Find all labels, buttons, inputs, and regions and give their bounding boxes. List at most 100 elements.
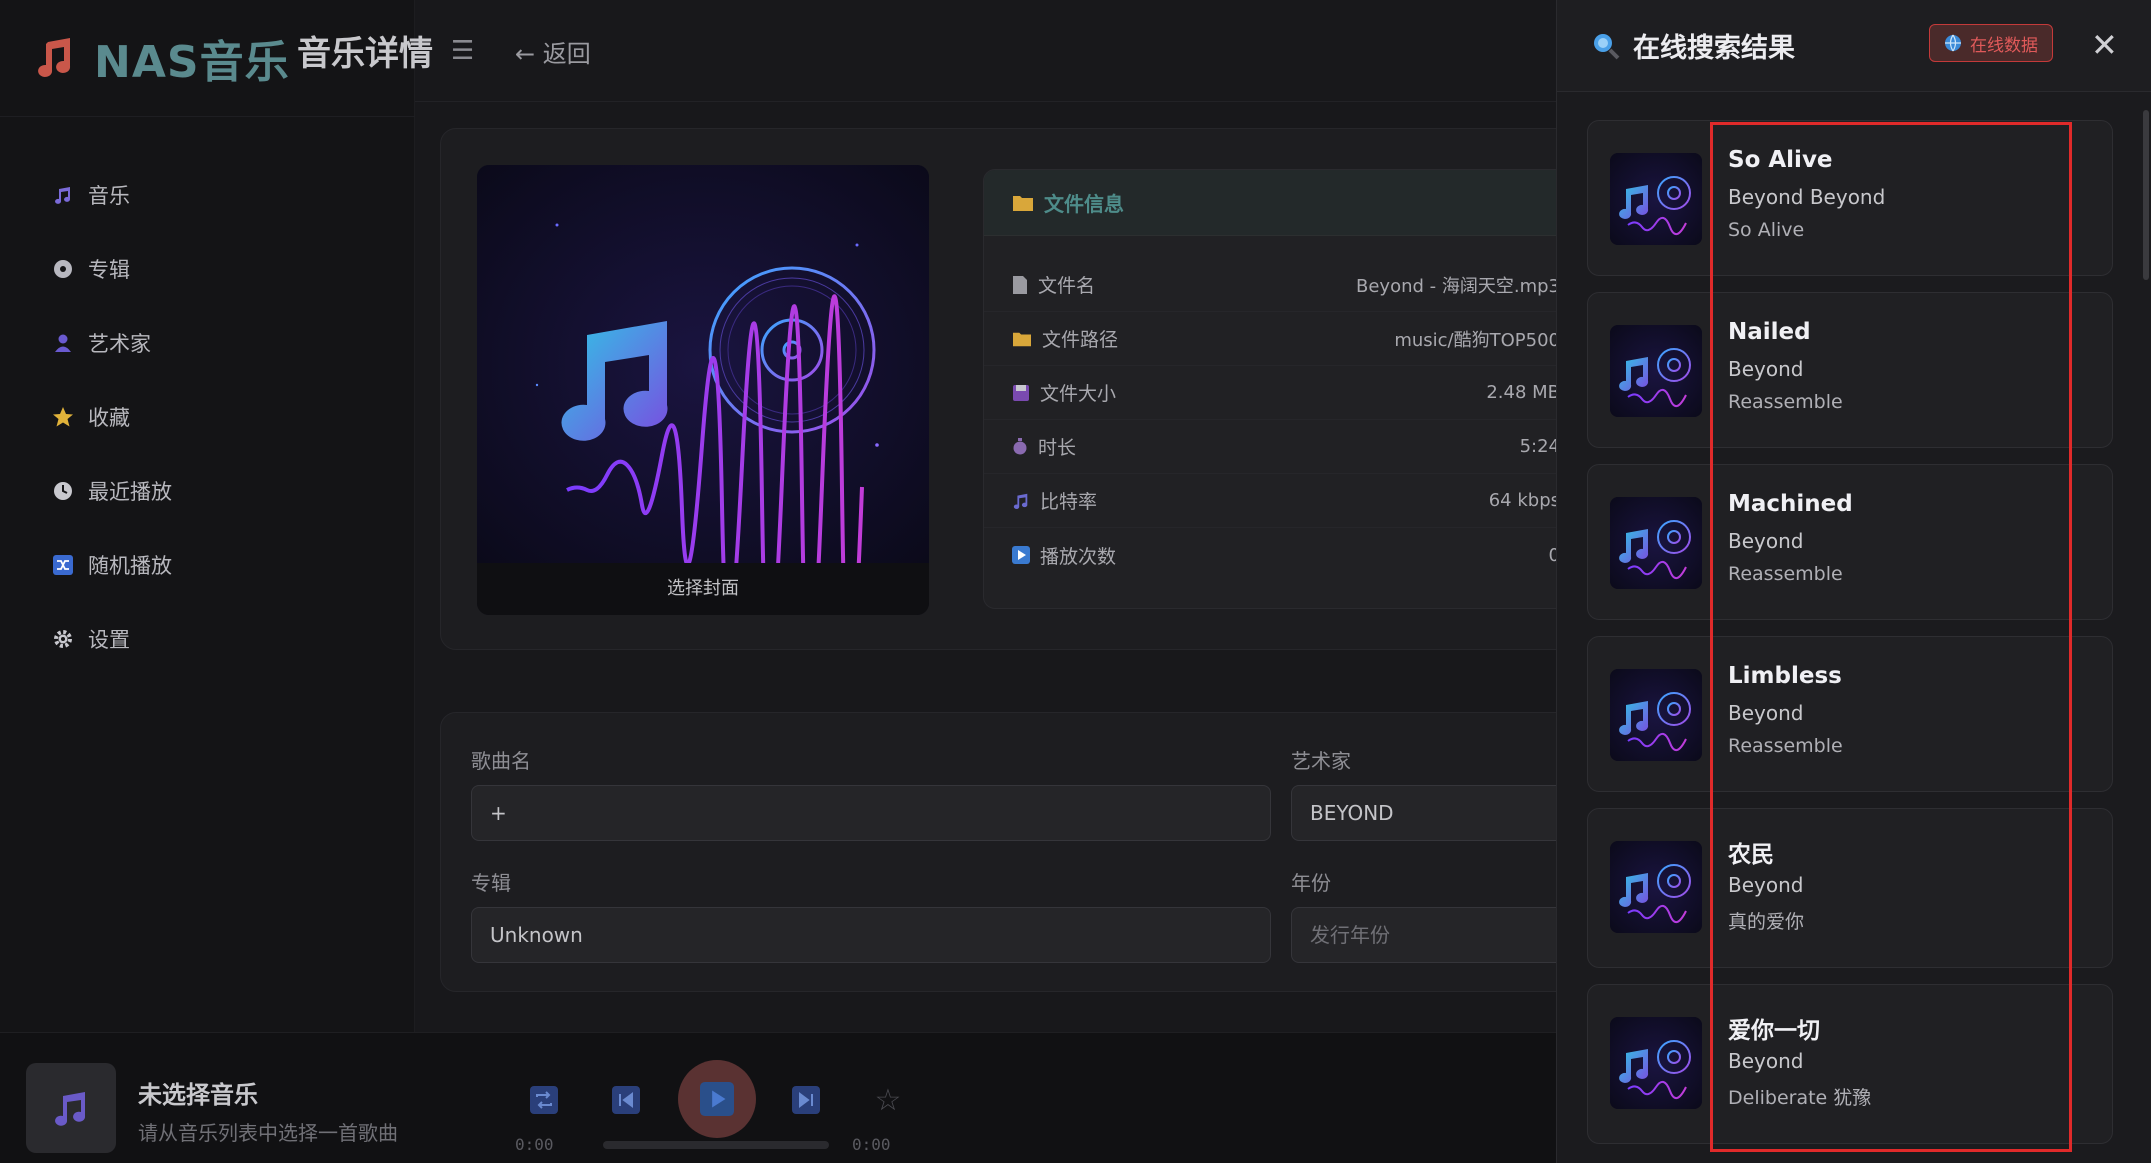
metadata-form: 歌曲名 + 艺术家 BEYOND 专辑 Unknown 年份 发行年份 [440, 712, 1591, 992]
total-time: 0:00 [852, 1135, 891, 1154]
file-info-label: 文件名 [1038, 275, 1096, 297]
sidebar-divider [0, 116, 415, 117]
file-icon [1013, 275, 1027, 294]
file-info-row-size: 文件大小 2.48 MB [984, 366, 1582, 420]
repeat-icon [530, 1086, 558, 1114]
person-icon [52, 332, 74, 354]
folder-icon [1013, 195, 1033, 211]
play-button[interactable] [678, 1060, 756, 1138]
album-cover[interactable]: 选择封面 [477, 165, 929, 615]
song-name-label: 歌曲名 [471, 749, 531, 773]
result-thumbnail [1610, 325, 1702, 417]
main-content: ☰ ← 返回 选择封面 文件信息 文件名 Beyond - 海阔天空.mp3 文… [415, 0, 1871, 1032]
gear-icon [52, 628, 74, 650]
app-root: NAS音乐 音乐 专辑 艺术家 收藏 最近播放 随机播放 设置 ☰ ← 返回 选… [0, 0, 2151, 1163]
sidebar-item-artists[interactable]: 艺术家 [52, 306, 172, 380]
now-playing-thumbnail [26, 1063, 116, 1153]
result-artist: Beyond Beyond [1728, 185, 1886, 209]
music-note-icon [1013, 493, 1028, 509]
file-info-value: Beyond - 海阔天空.mp3 [1356, 275, 1560, 297]
online-data-label: 在线数据 [1970, 35, 2038, 56]
file-info-row-filename: 文件名 Beyond - 海阔天空.mp3 [984, 258, 1582, 312]
globe-icon [1945, 34, 1961, 52]
file-info-row-playcount: 播放次数 0 [984, 528, 1582, 582]
music-note-icon [1610, 841, 1702, 933]
result-album: 真的爱你 [1728, 911, 1805, 933]
sidebar-nav: 音乐 专辑 艺术家 收藏 最近播放 随机播放 设置 [52, 158, 172, 676]
result-artist: Beyond [1728, 1049, 1804, 1073]
result-artist: Beyond [1728, 357, 1804, 381]
music-note-icon [55, 1092, 86, 1126]
close-icon[interactable]: ✕ [2091, 26, 2118, 64]
result-album: Reassemble [1728, 563, 1843, 585]
file-info-label: 时长 [1038, 437, 1077, 459]
music-note-icon [1610, 1017, 1702, 1109]
play-icon [1012, 546, 1030, 564]
panel-title-text: 在线搜索结果 [1633, 33, 1795, 64]
panel-title: 在线搜索结果 [1591, 26, 1795, 65]
result-thumbnail [1610, 1017, 1702, 1109]
progress-bar[interactable] [603, 1141, 829, 1149]
file-info-label: 比特率 [1040, 491, 1098, 513]
sidebar-item-recent[interactable]: 最近播放 [52, 454, 172, 528]
search-result-card[interactable]: Machined Beyond Reassemble [1587, 464, 2113, 620]
file-info-label: 文件大小 [1040, 383, 1117, 405]
page-title: 音乐详情 [297, 34, 433, 74]
search-result-card[interactable]: 爱你一切 Beyond Deliberate 犹豫 [1587, 984, 2113, 1144]
result-title: Machined [1728, 491, 1853, 517]
song-name-input[interactable]: + [471, 785, 1271, 841]
file-info-value: 2.48 MB [1486, 382, 1560, 403]
sidebar-item-label: 音乐 [88, 184, 130, 208]
repeat-button[interactable] [528, 1084, 560, 1116]
sidebar-item-shuffle[interactable]: 随机播放 [52, 528, 172, 602]
sidebar-item-favorites[interactable]: 收藏 [52, 380, 172, 454]
album-input[interactable]: Unknown [471, 907, 1271, 963]
music-note-icon [1610, 497, 1702, 589]
file-info-row-bitrate: 比特率 64 kbps [984, 474, 1582, 528]
search-result-card[interactable]: Limbless Beyond Reassemble [1587, 636, 2113, 792]
sidebar-item-settings[interactable]: 设置 [52, 602, 172, 676]
sidebar-item-albums[interactable]: 专辑 [52, 232, 172, 306]
select-cover-button[interactable]: 选择封面 [477, 563, 929, 615]
previous-button[interactable] [610, 1084, 642, 1116]
file-info-label: 文件路径 [1042, 329, 1119, 351]
sidebar-item-label: 收藏 [88, 406, 130, 430]
panel-scrollbar-thumb[interactable] [2143, 110, 2149, 280]
search-result-card[interactable]: Nailed Beyond Reassemble [1587, 292, 2113, 448]
file-info-label: 播放次数 [1040, 545, 1117, 568]
clock-icon [52, 480, 74, 502]
file-info-panel: 文件信息 文件名 Beyond - 海阔天空.mp3 文件路径 music/酷狗… [983, 169, 1583, 609]
year-input[interactable]: 发行年份 [1291, 907, 1591, 963]
search-icon [1594, 33, 1620, 59]
sidebar-item-label: 设置 [88, 628, 130, 652]
result-artist: Beyond [1728, 701, 1804, 725]
artist-label: 艺术家 [1291, 749, 1351, 773]
play-icon [700, 1082, 734, 1116]
file-info-value: 64 kbps [1488, 490, 1560, 511]
file-info-row-duration: 时长 5:24 [984, 420, 1582, 474]
music-detail-card: 选择封面 文件信息 文件名 Beyond - 海阔天空.mp3 文件路径 mus… [440, 128, 1590, 650]
result-title: 爱你一切 [1728, 1018, 1820, 1044]
result-artist: Beyond [1728, 873, 1804, 897]
search-results-list: So Alive Beyond Beyond So Alive Nailed B… [1587, 120, 2113, 1160]
next-icon [792, 1086, 820, 1114]
file-info-title: 文件信息 [1044, 192, 1124, 216]
previous-icon [612, 1086, 640, 1114]
favorite-star-icon[interactable]: ☆ [872, 1083, 904, 1118]
sidebar-item-label: 最近播放 [88, 480, 172, 504]
result-artist: Beyond [1728, 529, 1804, 553]
current-time: 0:00 [515, 1135, 554, 1154]
sidebar-item-music[interactable]: 音乐 [52, 158, 172, 232]
sidebar-item-label: 专辑 [88, 258, 130, 282]
file-info-row-path: 文件路径 music/酷狗TOP500 [984, 312, 1582, 366]
search-result-card[interactable]: 农民 Beyond 真的爱你 [1587, 808, 2113, 968]
result-title: Limbless [1728, 663, 1842, 689]
search-result-card[interactable]: So Alive Beyond Beyond So Alive [1587, 120, 2113, 276]
result-album: Deliberate 犹豫 [1728, 1087, 1872, 1109]
artist-input[interactable]: BEYOND [1291, 785, 1591, 841]
result-title: So Alive [1728, 147, 1833, 173]
next-button[interactable] [790, 1084, 822, 1116]
now-playing-title: 未选择音乐 [138, 1081, 258, 1109]
music-note-icon [1610, 153, 1702, 245]
disc-icon [52, 258, 74, 280]
